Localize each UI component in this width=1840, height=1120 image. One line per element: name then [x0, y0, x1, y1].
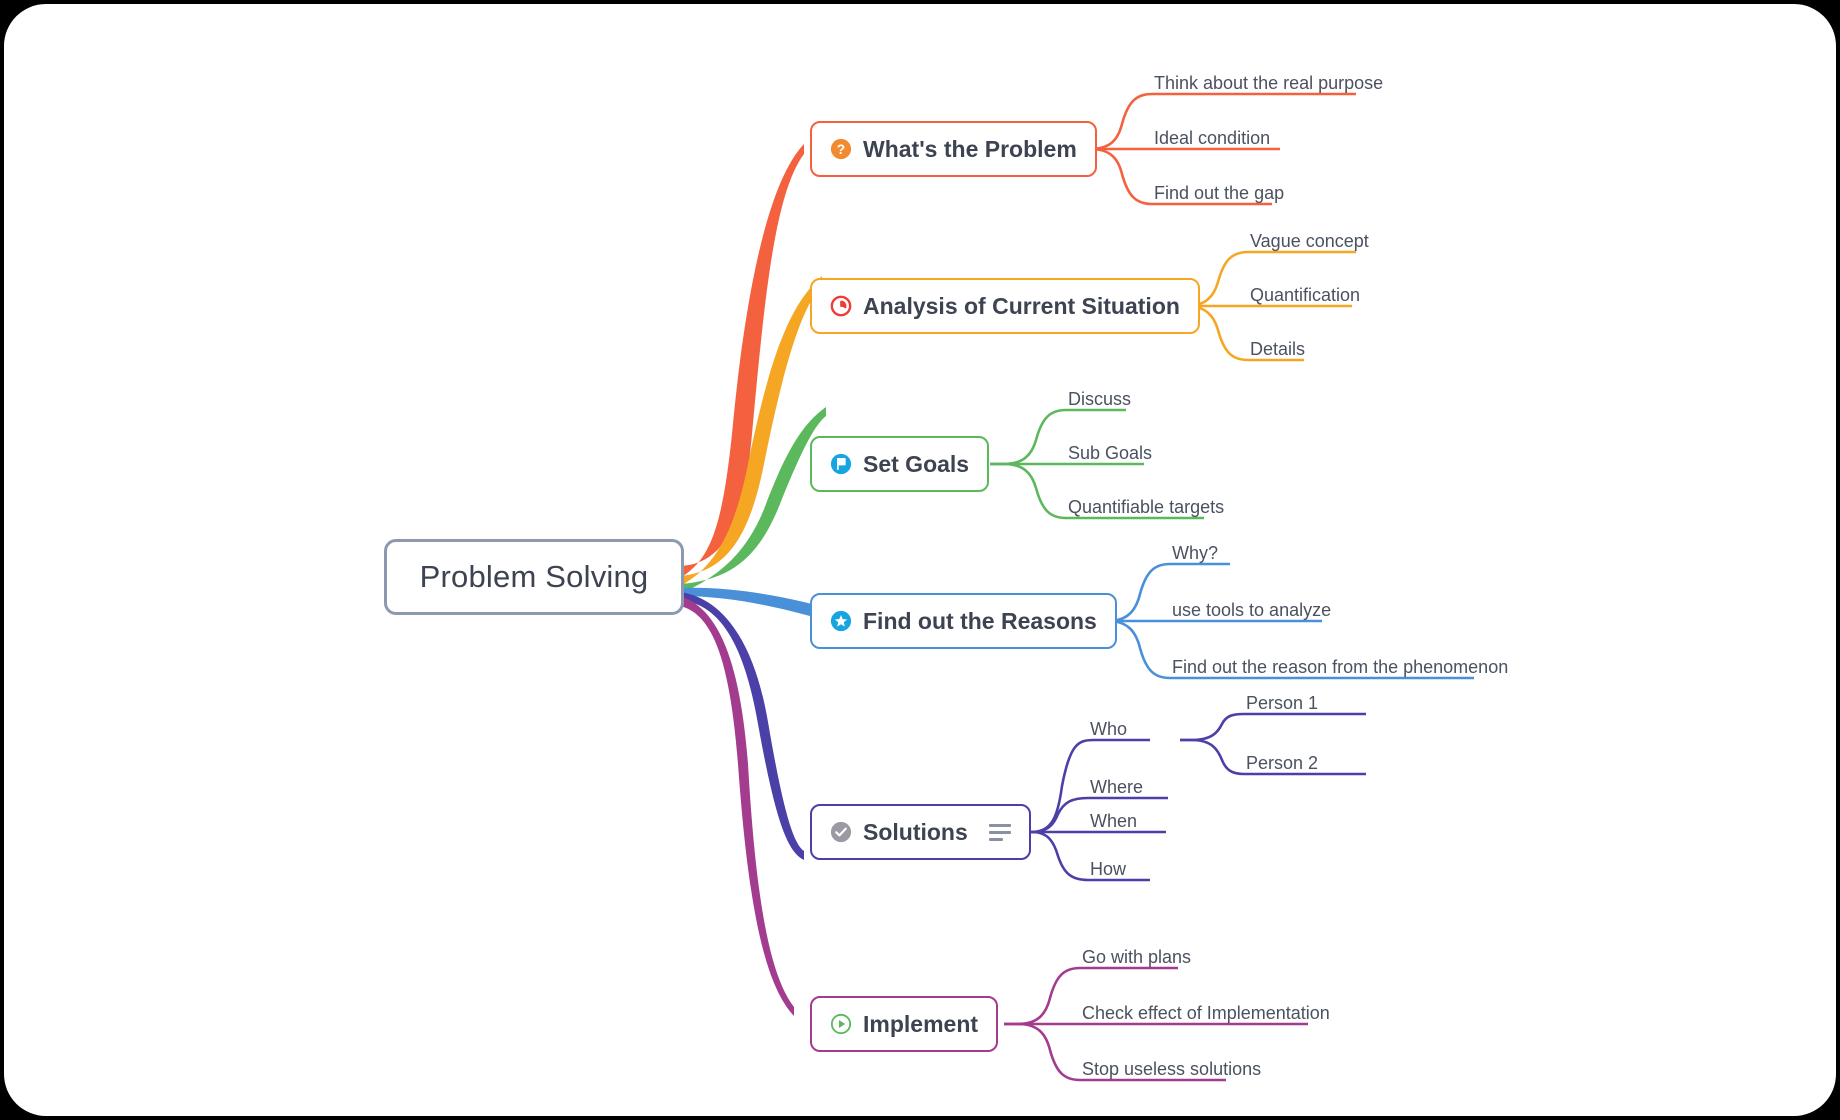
leaf-label: Discuss — [1068, 389, 1132, 409]
mindmap-canvas: Problem Solving ? What's the Problem Thi… — [4, 4, 1836, 1116]
leaf-node-stop-useless-solutions[interactable]: Stop useless solutions — [1080, 1054, 1261, 1080]
connector-root-to-solutions — [680, 592, 804, 860]
leaf-label: Why? — [1172, 543, 1219, 563]
branch-label: Solutions — [863, 818, 968, 845]
branch-node-find-out-the-reasons[interactable]: Find out the Reasons — [810, 593, 1117, 649]
leaf-label: How — [1090, 859, 1127, 879]
leaf-node-where[interactable]: Where — [1088, 772, 1143, 798]
leaf-node-why[interactable]: Why? — [1170, 538, 1218, 564]
branch-label: What's the Problem — [863, 135, 1077, 162]
leaf-node-go-with-plans[interactable]: Go with plans — [1080, 942, 1191, 968]
connector-root-to-analysis — [680, 276, 822, 586]
leaf-label: Quantifiable targets — [1068, 497, 1225, 517]
leaf-node-ideal-condition[interactable]: Ideal condition — [1152, 123, 1270, 149]
leaf-label: Person 1 — [1246, 693, 1319, 713]
branch-label: Implement — [863, 1010, 979, 1037]
leaf-label: Sub Goals — [1068, 443, 1153, 463]
leaf-node-find-out-the-gap[interactable]: Find out the gap — [1152, 178, 1284, 204]
check-circle-icon — [830, 821, 852, 843]
branch-label: Analysis of Current Situation — [863, 292, 1180, 319]
leaf-node-think-about-the-real-purpose[interactable]: Think about the real purpose — [1152, 68, 1383, 94]
svg-text:?: ? — [837, 142, 845, 157]
connector-root-to-implement — [680, 596, 794, 1016]
play-circle-icon — [830, 1013, 852, 1035]
leaf-label: Check effect of Implementation — [1082, 1003, 1330, 1023]
leaf-label: Vague concept — [1250, 231, 1369, 251]
leaf-node-when[interactable]: When — [1088, 806, 1137, 832]
root-label: Problem Solving — [419, 559, 649, 594]
leaf-node-quantification[interactable]: Quantification — [1248, 280, 1360, 306]
leaf-label: Find out the reason from the phenomenon — [1172, 657, 1509, 677]
root-connectors — [680, 144, 897, 1016]
branch-label: Set Goals — [863, 450, 970, 477]
notes-icon-line — [988, 837, 1003, 841]
leaf-label: Who — [1090, 719, 1128, 739]
leaf-label: Quantification — [1250, 285, 1361, 305]
leaf-node-quantifiable-targets[interactable]: Quantifiable targets — [1066, 492, 1224, 518]
notes-icon-line — [988, 823, 1011, 827]
leaf-node-sub-goals[interactable]: Sub Goals — [1066, 438, 1152, 464]
leaf-label: use tools to analyze — [1172, 600, 1332, 620]
leaf-node-vague-concept[interactable]: Vague concept — [1248, 226, 1369, 252]
branch-node-analysis-of-current-situation[interactable]: Analysis of Current Situation — [810, 278, 1200, 334]
leaf-node-person-1[interactable]: Person 1 — [1244, 688, 1318, 714]
branch-label: Find out the Reasons — [863, 607, 1097, 634]
leaf-label: Details — [1250, 339, 1306, 359]
leaf-label: When — [1090, 811, 1138, 831]
notes-icon[interactable] — [988, 823, 1011, 841]
branch-node-solutions[interactable]: Solutions — [810, 804, 1031, 860]
clock-icon — [830, 295, 852, 317]
leaf-label: Where — [1090, 777, 1144, 797]
leaf-node-how[interactable]: How — [1088, 854, 1126, 880]
notes-icon-line — [988, 830, 1011, 834]
leaf-node-details[interactable]: Details — [1248, 334, 1305, 360]
links-branch-solutions — [1020, 712, 1366, 882]
leaf-node-discuss[interactable]: Discuss — [1066, 384, 1131, 410]
leaf-node-person-2[interactable]: Person 2 — [1244, 748, 1318, 774]
leaf-label: Person 2 — [1246, 753, 1319, 773]
leaf-node-use-tools-to-analyze[interactable]: use tools to analyze — [1170, 595, 1331, 621]
leaf-label: Go with plans — [1082, 947, 1192, 967]
star-circle-icon — [830, 610, 852, 632]
leaf-label: Stop useless solutions — [1082, 1059, 1262, 1079]
branch-node-implement[interactable]: Implement — [810, 996, 999, 1052]
branch-node-set-goals[interactable]: Set Goals — [810, 436, 990, 492]
leaf-label: Ideal condition — [1154, 128, 1271, 148]
leaf-node-check-effect-of-implementation[interactable]: Check effect of Implementation — [1080, 998, 1330, 1024]
leaf-node-find-out-the-reason-from-the-phenomenon[interactable]: Find out the reason from the phenomenon — [1170, 652, 1508, 678]
root-node[interactable]: Problem Solving — [384, 539, 684, 615]
connector-root-to-goals — [680, 407, 826, 594]
leaf-node-who[interactable]: Who — [1088, 714, 1127, 740]
connector-root-to-problem — [680, 144, 804, 578]
flag-circle-icon — [830, 453, 852, 475]
branch-node-whats-the-problem[interactable]: ? What's the Problem — [810, 121, 1097, 177]
question-circle-icon: ? — [830, 138, 852, 160]
leaf-label: Find out the gap — [1154, 183, 1285, 203]
leaf-label: Think about the real purpose — [1154, 73, 1384, 93]
